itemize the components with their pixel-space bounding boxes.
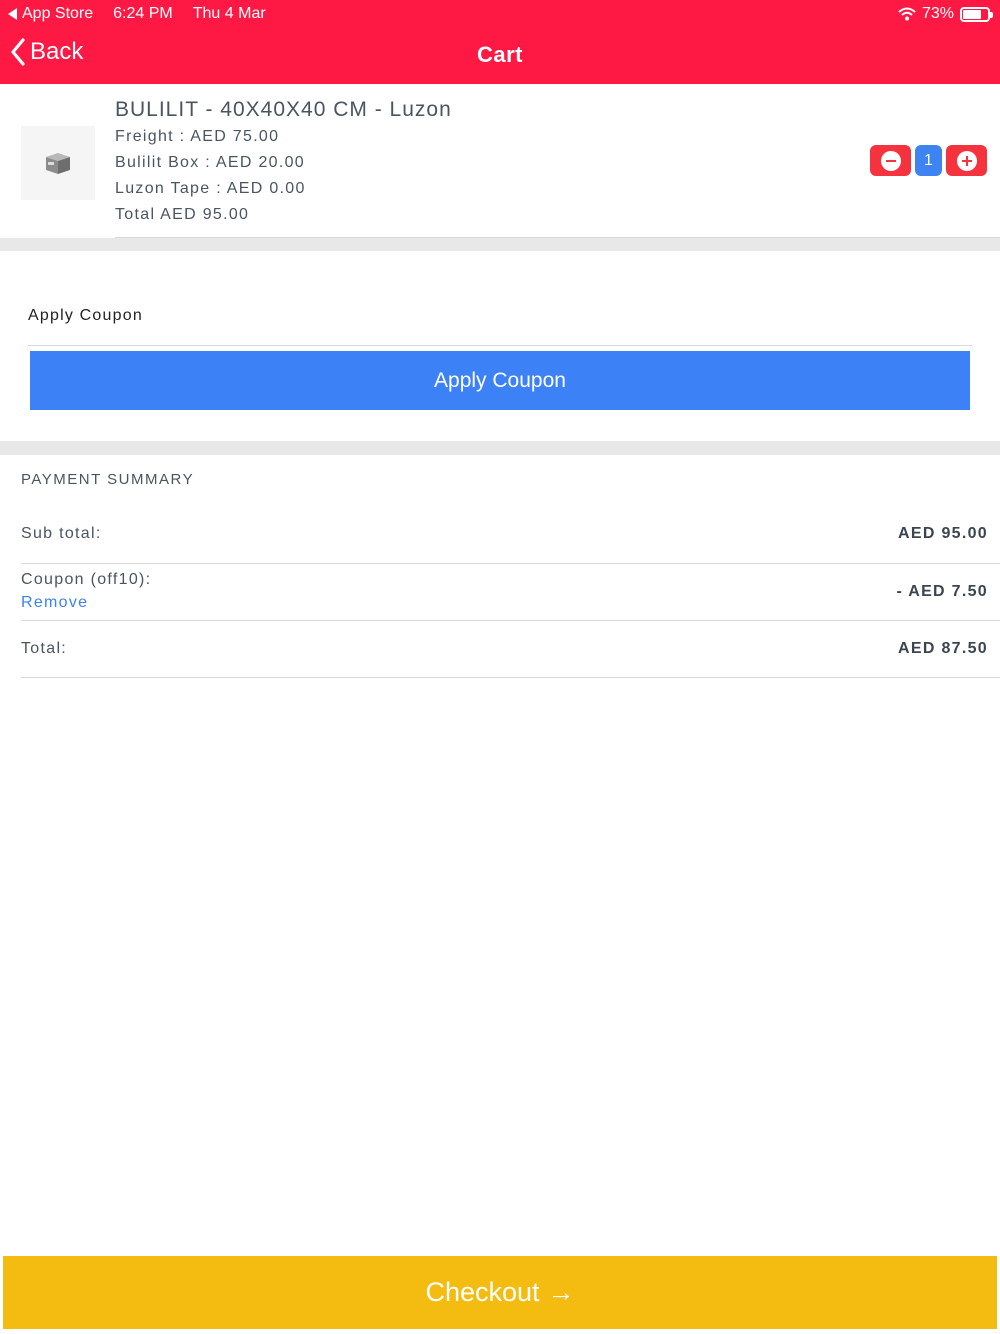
back-app-label: App Store bbox=[22, 5, 94, 22]
item-total-line: Total AED 95.00 bbox=[115, 206, 250, 223]
coupon-input-underline bbox=[28, 345, 972, 346]
checkout-button[interactable]: Checkout → bbox=[3, 1256, 997, 1329]
subtotal-value: AED 95.00 bbox=[898, 525, 988, 542]
row-divider bbox=[21, 677, 1000, 678]
section-separator bbox=[0, 238, 1000, 251]
increase-quantity-button[interactable] bbox=[946, 145, 987, 176]
status-date: Thu 4 Mar bbox=[192, 5, 266, 22]
freight-line: Freight : AED 75.00 bbox=[115, 128, 280, 145]
plus-icon bbox=[956, 150, 977, 171]
product-title: BULILIT - 40X40X40 CM - Luzon bbox=[115, 98, 452, 121]
page-title: Cart bbox=[476, 42, 523, 67]
checkout-label: Checkout bbox=[425, 1277, 540, 1307]
product-thumbnail bbox=[21, 126, 95, 200]
section-separator bbox=[0, 441, 1000, 455]
arrow-right-icon: → bbox=[547, 1277, 575, 1307]
subtotal-label: Sub total: bbox=[21, 525, 102, 542]
cart-item: BULILIT - 40X40X40 CM - Luzon Freight : … bbox=[0, 84, 1000, 238]
coupon-field-label[interactable]: Apply Coupon bbox=[28, 307, 143, 325]
battery-icon bbox=[960, 6, 993, 22]
total-value: AED 87.50 bbox=[898, 640, 988, 657]
back-to-app-link[interactable]: App Store bbox=[8, 5, 93, 23]
coupon-discount-value: - AED 7.50 bbox=[896, 583, 988, 600]
apply-coupon-button[interactable]: Apply Coupon bbox=[30, 351, 970, 410]
product-info: BULILIT - 40X40X40 CM - Luzon Freight : … bbox=[115, 98, 452, 228]
quantity-value: 1 bbox=[915, 145, 942, 176]
triangle-left-icon bbox=[8, 8, 17, 20]
tape-line: Luzon Tape : AED 0.00 bbox=[115, 180, 306, 197]
wifi-icon bbox=[898, 7, 916, 21]
total-label: Total: bbox=[21, 640, 68, 657]
status-right: 73% bbox=[898, 5, 993, 23]
status-time: 6:24 PM bbox=[113, 5, 173, 22]
row-divider bbox=[21, 563, 1000, 564]
minus-icon bbox=[880, 150, 901, 171]
box-line: Bulilit Box : AED 20.00 bbox=[115, 154, 305, 171]
status-bar: App Store 6:24 PM Thu 4 Mar 73% bbox=[0, 0, 1000, 28]
quantity-stepper: 1 bbox=[870, 145, 987, 176]
row-divider bbox=[21, 620, 1000, 621]
payment-summary-heading: PAYMENT SUMMARY bbox=[21, 471, 195, 488]
decrease-quantity-button[interactable] bbox=[870, 145, 911, 176]
remove-coupon-link[interactable]: Remove bbox=[21, 594, 88, 612]
coupon-summary-label: Coupon (off10): bbox=[21, 571, 152, 588]
box-icon bbox=[46, 153, 70, 174]
app-header: App Store 6:24 PM Thu 4 Mar 73% Back Car… bbox=[0, 0, 1000, 84]
status-left: App Store 6:24 PM Thu 4 Mar bbox=[8, 5, 266, 23]
battery-percent: 73% bbox=[921, 5, 954, 22]
